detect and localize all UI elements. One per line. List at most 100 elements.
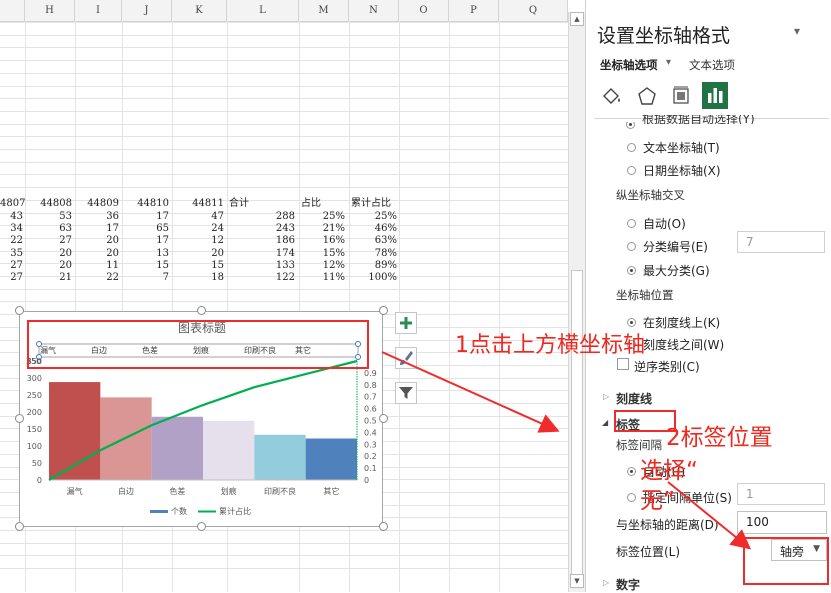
cell-header-m[interactable]: 占比 [301,197,347,210]
cell-header-j[interactable]: 44810 [122,197,169,210]
table-cell[interactable]: 63% [349,234,397,247]
category-number-input[interactable]: 7 [737,231,825,253]
table-cell[interactable]: 46% [349,222,397,235]
option-category-number[interactable]: 分类编号(E) [643,238,708,255]
radio-category-number[interactable] [627,242,636,251]
bar[interactable] [203,420,255,480]
radio-auto-interval[interactable] [627,467,636,476]
chart-resize-handle-bl[interactable] [15,522,24,531]
column-header-i[interactable]: I [75,0,122,21]
table-cell[interactable]: 27 [0,271,23,284]
expand-number-icon[interactable]: ▷ [603,578,609,587]
table-cell[interactable]: 11% [299,271,345,284]
table-cell[interactable]: 21 [25,271,72,284]
cell-header-h[interactable]: 44808 [25,197,72,210]
column-header-o[interactable]: O [399,0,449,21]
chart-resize-handle-r[interactable] [379,414,388,423]
option-on-tick-marks[interactable]: 在刻度线上(K) [643,314,720,331]
collapse-labels-icon[interactable]: ◢ [602,418,608,427]
cell-header-i[interactable]: 44809 [75,197,119,210]
table-cell[interactable]: 15 [172,259,224,272]
tab-axis-options-dropdown-icon[interactable]: ▾ [666,57,671,68]
option-text-axis[interactable]: 文本坐标轴(T) [643,139,720,156]
table-cell[interactable]: 12 [172,234,224,247]
chart-filters-button[interactable] [395,382,417,404]
table-cell[interactable]: 16% [299,234,345,247]
chart-elements-button[interactable] [395,312,417,334]
table-cell[interactable]: 43 [0,210,23,223]
table-cell[interactable]: 20 [172,247,224,260]
column-header-h[interactable]: H [25,0,75,21]
radio-auto-select-cut[interactable] [626,122,635,129]
cell-header-g[interactable]: 4807 [0,197,25,210]
table-cell[interactable]: 243 [227,222,295,235]
table-cell[interactable]: 27 [25,234,72,247]
table-cell[interactable]: 78% [349,247,397,260]
table-cell[interactable]: 12% [299,259,345,272]
table-cell[interactable]: 15 [122,259,169,272]
bar[interactable] [305,438,357,480]
chart-resize-handle-t[interactable] [197,306,206,315]
option-between-tick-marks[interactable]: 刻度线之间(W) [643,336,724,353]
column-header-p[interactable]: P [449,0,499,21]
expand-tick-marks-icon[interactable]: ▷ [603,392,609,401]
table-cell[interactable]: 100% [349,271,397,284]
table-cell[interactable]: 20 [75,234,119,247]
radio-auto[interactable] [627,219,636,228]
table-cell[interactable]: 20 [25,247,72,260]
cell-header-n[interactable]: 累计占比 [351,197,397,210]
table-cell[interactable]: 20 [75,247,119,260]
table-cell[interactable]: 15% [299,247,345,260]
checkbox-reverse-categories[interactable] [617,358,629,370]
interval-unit-input[interactable]: 1 [737,483,825,505]
table-cell[interactable]: 18 [172,271,224,284]
table-cell[interactable]: 22 [75,271,119,284]
table-cell[interactable]: 65 [122,222,169,235]
table-cell[interactable]: 20 [25,259,72,272]
option-date-axis[interactable]: 日期坐标轴(X) [643,162,721,179]
bar[interactable] [254,434,306,480]
table-cell[interactable]: 34 [0,222,23,235]
table-cell[interactable]: 13 [122,247,169,260]
pane-menu-chevron-icon[interactable]: ▾ [794,24,800,38]
size-properties-tab[interactable] [669,84,693,108]
table-cell[interactable]: 21% [299,222,345,235]
chart-styles-button[interactable] [395,347,417,369]
radio-date-axis[interactable] [627,166,636,175]
column-header-q[interactable]: Q [499,0,568,21]
table-cell[interactable]: 17 [122,234,169,247]
effects-tab[interactable] [635,84,659,108]
section-tick-marks[interactable]: 刻度线 [616,390,652,407]
option-max-category[interactable]: 最大分类(G) [643,262,710,279]
table-cell[interactable]: 22 [0,234,23,247]
section-number[interactable]: 数字 [616,576,640,593]
table-cell[interactable]: 47 [172,210,224,223]
vertical-scrollbar[interactable]: ▲ ▼ [568,12,585,592]
option-auto[interactable]: 自动(O) [643,215,686,232]
distance-from-axis-input[interactable]: 100 [737,511,827,534]
column-header-j[interactable]: J [122,0,172,21]
radio-interval-unit[interactable] [627,493,636,502]
radio-on-tick-marks[interactable] [627,318,636,327]
column-header-l[interactable]: L [227,0,299,21]
table-cell[interactable]: 63 [25,222,72,235]
table-cell[interactable]: 89% [349,259,397,272]
scroll-down-button[interactable]: ▼ [570,574,584,588]
table-cell[interactable]: 174 [227,247,295,260]
table-cell[interactable]: 17 [75,222,119,235]
table-cell[interactable]: 35 [0,247,23,260]
spreadsheet-grid[interactable]: H I J K L M N O P Q 4807 44808 44809 448… [0,0,568,592]
column-header-m[interactable]: M [299,0,349,21]
axis-options-tab[interactable] [702,82,728,109]
chart-resize-handle-tr[interactable] [379,306,388,315]
option-reverse-categories[interactable]: 逆序类别(C) [634,358,700,375]
tab-axis-options[interactable]: 坐标轴选项 [600,57,658,73]
scroll-thumb[interactable] [571,270,583,580]
table-cell[interactable]: 36 [75,210,119,223]
table-cell[interactable]: 24 [172,222,224,235]
table-cell[interactable]: 133 [227,259,295,272]
table-cell[interactable]: 7 [122,271,169,284]
table-cell[interactable]: 53 [25,210,72,223]
table-cell[interactable]: 122 [227,271,295,284]
table-cell[interactable]: 11 [75,259,119,272]
